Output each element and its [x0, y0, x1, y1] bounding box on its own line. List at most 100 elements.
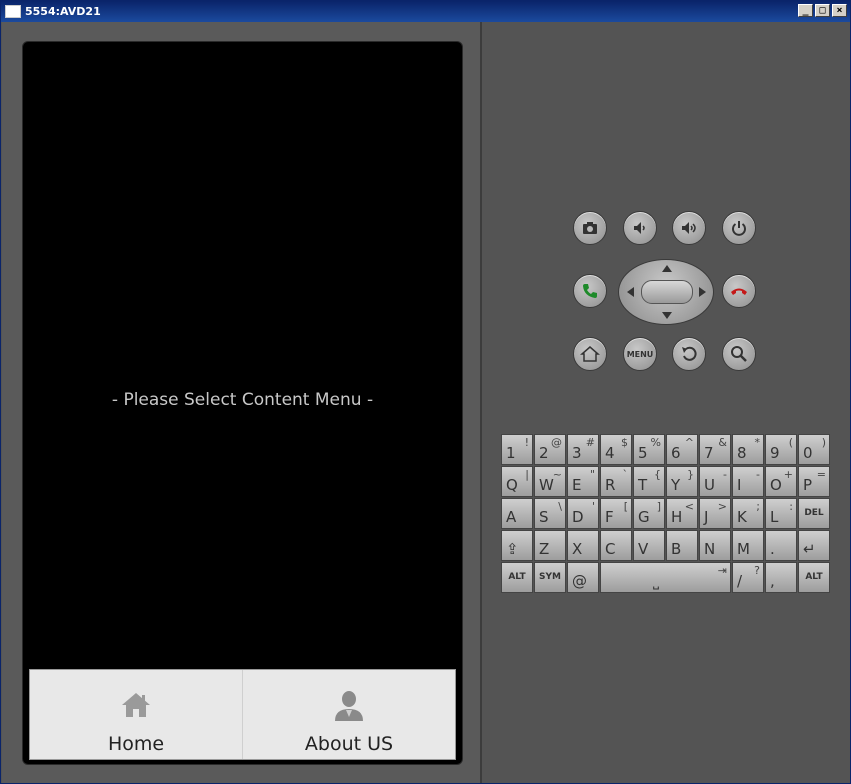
- end-call-button[interactable]: [722, 274, 756, 308]
- dpad-right-arrow-icon[interactable]: [699, 287, 706, 297]
- keyboard-key[interactable]: 1!: [501, 434, 533, 465]
- key-label: 6: [671, 444, 681, 462]
- keyboard-key[interactable]: 5%: [633, 434, 665, 465]
- keyboard-key[interactable]: 3 #: [567, 434, 599, 465]
- camera-icon: [583, 222, 597, 234]
- keyboard-key[interactable]: V: [633, 530, 665, 561]
- keyboard-key[interactable]: B: [666, 530, 698, 561]
- power-button[interactable]: [722, 211, 756, 245]
- key-label: Q: [506, 476, 518, 494]
- key-label: ⇪: [506, 540, 519, 558]
- tab-home[interactable]: Home: [30, 670, 242, 759]
- keyboard-key[interactable]: SYM: [534, 562, 566, 593]
- volume-down-button[interactable]: [623, 211, 657, 245]
- dpad[interactable]: [618, 259, 714, 325]
- tab-about-us[interactable]: About US: [242, 670, 455, 759]
- key-label: DEL: [804, 508, 824, 518]
- key-label: P: [803, 476, 813, 494]
- dpad-center-button[interactable]: [641, 280, 693, 304]
- keyboard-key[interactable]: T{: [633, 466, 665, 497]
- keyboard-key[interactable]: N: [699, 530, 731, 561]
- keyboard-key[interactable]: ↵: [798, 530, 830, 561]
- keyboard-key[interactable]: W ~: [534, 466, 566, 497]
- keyboard-key[interactable]: 4 $: [600, 434, 632, 465]
- key-alt-label: ?: [754, 564, 760, 577]
- keyboard-key[interactable]: P =: [798, 466, 830, 497]
- tab-label: About US: [304, 733, 394, 755]
- keyboard-key[interactable]: S \: [534, 498, 566, 529]
- key-label: .: [770, 540, 775, 558]
- device-screen[interactable]: - Please Select Content Menu - Home Abou…: [22, 41, 463, 765]
- key-alt-label: ': [591, 500, 595, 513]
- key-alt-label: :: [789, 500, 793, 513]
- window-title: 5554:AVD21: [25, 5, 101, 18]
- key-label: ALT: [508, 572, 526, 582]
- keyboard-key[interactable]: ALT: [798, 562, 830, 593]
- close-button[interactable]: ×: [832, 4, 847, 17]
- key-label: M: [737, 540, 750, 558]
- keyboard-key[interactable]: K;: [732, 498, 764, 529]
- key-label: ALT: [805, 572, 823, 582]
- keyboard-key[interactable]: .: [765, 530, 797, 561]
- keyboard-key[interactable]: D ': [567, 498, 599, 529]
- keyboard-key[interactable]: ALT: [501, 562, 533, 593]
- keyboard-key[interactable]: E ": [567, 466, 599, 497]
- key-alt-label: ^: [684, 436, 694, 449]
- key-label: A: [506, 508, 517, 526]
- keyboard-key[interactable]: Q |: [501, 466, 533, 497]
- volume-up-button[interactable]: [672, 211, 706, 245]
- keyboard-key[interactable]: 9(: [765, 434, 797, 465]
- keyboard-key[interactable]: H <: [666, 498, 698, 529]
- keyboard-key[interactable]: L:: [765, 498, 797, 529]
- keyboard-row: 1! 2 @3 #4 $5% 6 ^ 7 & 8 * 9(0): [501, 434, 831, 465]
- power-icon: [732, 221, 746, 236]
- keyboard-key[interactable]: R `: [600, 466, 632, 497]
- dpad-down-arrow-icon[interactable]: [662, 312, 672, 319]
- keyboard-row: ALT SYM @ ⎵ ⇥ /?, ALT: [501, 562, 831, 593]
- call-button[interactable]: [573, 274, 607, 308]
- key-alt-label: +: [783, 468, 793, 481]
- keyboard-key[interactable]: @: [567, 562, 599, 593]
- key-label: O: [770, 476, 782, 494]
- dpad-left-arrow-icon[interactable]: [627, 287, 634, 297]
- keyboard-key[interactable]: I-: [732, 466, 764, 497]
- minimize-button[interactable]: _: [798, 4, 813, 17]
- keyboard-key[interactable]: M: [732, 530, 764, 561]
- search-button[interactable]: [722, 337, 756, 371]
- keyboard-key[interactable]: O +: [765, 466, 797, 497]
- key-label: 9: [770, 444, 780, 462]
- maximize-button[interactable]: □: [815, 4, 830, 17]
- keyboard-key[interactable]: F[: [600, 498, 632, 529]
- keyboard-key[interactable]: Y}: [666, 466, 698, 497]
- keyboard-key[interactable]: X: [567, 530, 599, 561]
- keyboard-key[interactable]: J >: [699, 498, 731, 529]
- keyboard-key[interactable]: 6 ^: [666, 434, 698, 465]
- keyboard-key[interactable]: /?: [732, 562, 764, 593]
- home-button[interactable]: [573, 337, 607, 371]
- camera-button[interactable]: [573, 211, 607, 245]
- key-label: ⎵: [653, 572, 660, 590]
- dpad-up-arrow-icon[interactable]: [662, 265, 672, 272]
- keyboard-key[interactable]: ,: [765, 562, 797, 593]
- key-alt-label: {: [654, 468, 661, 481]
- key-alt-label: >: [717, 500, 727, 513]
- keyboard-row: ⇪ Z X C V B N M. ↵: [501, 530, 831, 561]
- key-label: 2: [539, 444, 549, 462]
- key-label: 4: [605, 444, 615, 462]
- key-alt-label: -: [756, 468, 760, 481]
- keyboard-key[interactable]: DEL: [798, 498, 830, 529]
- keyboard-key[interactable]: A: [501, 498, 533, 529]
- keyboard-key[interactable]: Z: [534, 530, 566, 561]
- menu-button[interactable]: MENU: [623, 337, 657, 371]
- back-button[interactable]: [672, 337, 706, 371]
- keyboard-key[interactable]: 7 &: [699, 434, 731, 465]
- keyboard-key[interactable]: 0): [798, 434, 830, 465]
- keyboard-key[interactable]: G]: [633, 498, 665, 529]
- keyboard-key[interactable]: C: [600, 530, 632, 561]
- keyboard-key[interactable]: 2 @: [534, 434, 566, 465]
- key-alt-label: #: [585, 436, 595, 449]
- keyboard-key[interactable]: U-: [699, 466, 731, 497]
- keyboard-key[interactable]: ⎵ ⇥: [600, 562, 731, 593]
- keyboard-key[interactable]: ⇪: [501, 530, 533, 561]
- keyboard-key[interactable]: 8 *: [732, 434, 764, 465]
